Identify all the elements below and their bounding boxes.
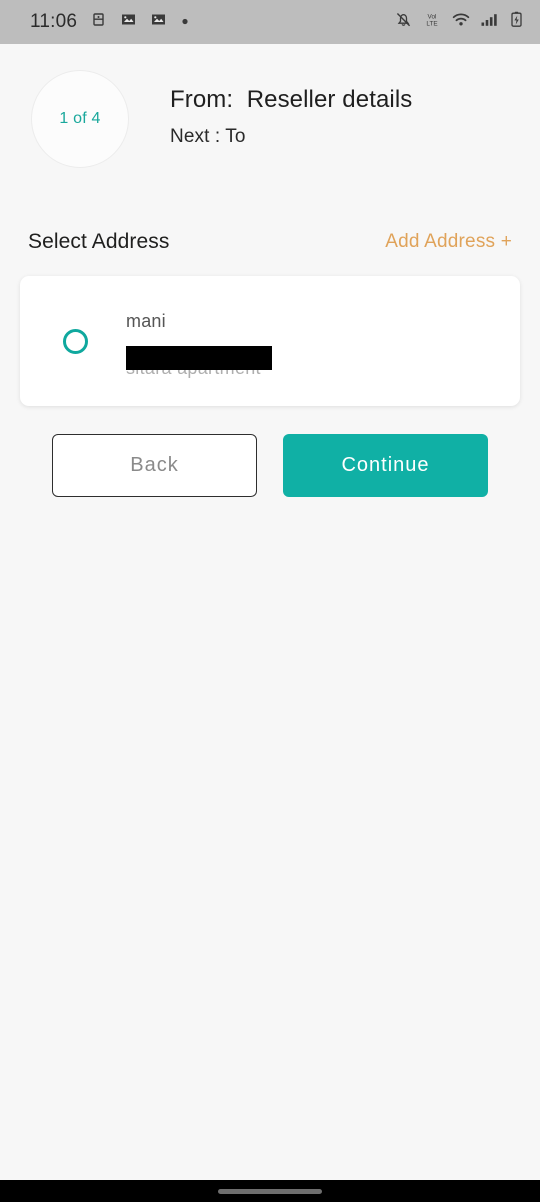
dot-icon	[180, 13, 190, 31]
status-bar-left: 11:06	[30, 11, 190, 33]
continue-button[interactable]: Continue	[283, 434, 488, 497]
volte-icon: Vol LTE	[422, 10, 442, 34]
from-label: From: Reseller details	[170, 86, 413, 113]
bell-off-icon	[394, 10, 413, 34]
system-navigation-bar	[0, 1180, 540, 1202]
address-radio-button[interactable]	[63, 328, 88, 354]
address-card[interactable]: mani sitara apartment	[20, 276, 520, 406]
svg-text:Vol: Vol	[428, 13, 437, 20]
photo-badge-icon	[150, 11, 167, 33]
wifi-icon	[451, 10, 471, 34]
address-name: mani	[126, 311, 166, 331]
back-button[interactable]: Back	[52, 434, 257, 497]
step-progress-badge: 1 of 4	[31, 70, 129, 168]
add-address-button[interactable]: Add Address +	[385, 231, 512, 253]
address-card-body: mani sitara apartment	[126, 276, 520, 406]
battery-icon	[509, 10, 524, 34]
step-progress-label: 1 of 4	[59, 110, 101, 127]
status-bar-clock: 11:06	[30, 11, 78, 32]
home-gesture-pill[interactable]	[218, 1188, 322, 1194]
next-step-label: Next : To	[170, 126, 246, 147]
photo-badge-icon	[120, 11, 137, 33]
svg-text:LTE: LTE	[426, 20, 437, 27]
signal-bars-icon	[480, 10, 500, 34]
app-glyph-icon	[90, 11, 107, 33]
header-text-block: From: Reseller details Next : To	[170, 70, 412, 148]
select-address-row: Select Address Add Address +	[0, 230, 540, 254]
status-bar-right: Vol LTE	[394, 10, 524, 34]
status-bar: 11:06 Vol LTE	[0, 0, 540, 44]
redaction-overlay	[126, 346, 272, 370]
step-header: 1 of 4 From: Reseller details Next : To	[0, 44, 540, 168]
select-address-title: Select Address	[28, 230, 170, 253]
action-button-row: Back Continue	[0, 434, 540, 497]
